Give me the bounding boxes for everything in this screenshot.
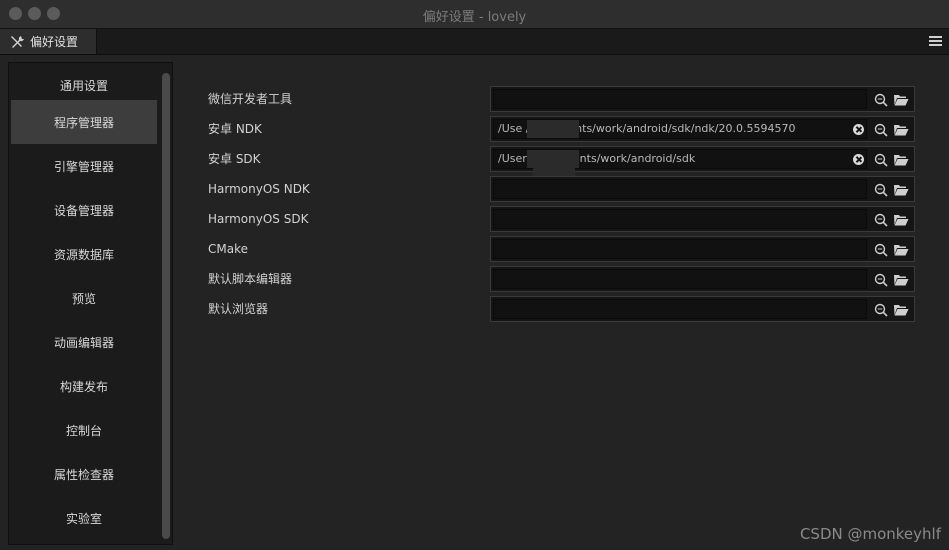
label-harmonyos-ndk: HarmonyOS NDK [208, 182, 310, 196]
hamburger-menu-icon[interactable] [929, 36, 942, 47]
label-default-script-editor: 默认脚本编辑器 [208, 272, 293, 286]
sidebar-item-label: 引擎管理器 [53, 159, 114, 174]
path-field-android-ndk: /Use /Documents/work/android/sdk/ndk/20.… [490, 116, 915, 142]
sidebar-item-lab[interactable]: 实验室 [11, 496, 157, 540]
redaction-box [527, 120, 579, 138]
sidebar-item-label: 设备管理器 [53, 203, 114, 218]
folder-open-icon[interactable] [893, 152, 909, 166]
search-icon[interactable] [874, 152, 888, 167]
sidebar-item-device-manager[interactable]: 设备管理器 [11, 188, 157, 232]
sidebar-item-engine-manager[interactable]: 引擎管理器 [11, 144, 157, 188]
scrollbar-thumb[interactable] [162, 73, 170, 539]
clear-icon[interactable] [853, 124, 864, 135]
search-icon[interactable] [874, 272, 888, 287]
sidebar-item-animation-editor[interactable]: 动画编辑器 [11, 320, 157, 364]
sidebar-scrollbar[interactable] [162, 65, 170, 539]
search-icon[interactable] [874, 302, 888, 317]
path-field-harmonyos-ndk [490, 176, 915, 202]
folder-open-icon[interactable] [893, 182, 909, 196]
preferences-window: 偏好设置 - lovely 偏好设置 通用设置 程序管理器 引擎管理器 设备管理… [0, 0, 949, 550]
sidebar-item-inspector[interactable]: 属性检查器 [11, 452, 157, 496]
path-field-cmake [490, 236, 915, 262]
label-default-browser: 默认浏览器 [208, 302, 269, 316]
sidebar: 通用设置 程序管理器 引擎管理器 设备管理器 资源数据库 预览 动画编辑器 构建… [8, 62, 173, 545]
label-cmake: CMake [208, 242, 248, 256]
sidebar-item-program-manager[interactable]: 程序管理器 [11, 100, 157, 144]
sidebar-item-label: 通用设置 [59, 78, 108, 93]
sidebar-item-asset-db[interactable]: 资源数据库 [11, 232, 157, 276]
watermark-text: CSDN @monkeyhlf [799, 525, 941, 543]
search-icon[interactable] [874, 92, 888, 107]
sidebar-item-label: 控制台 [65, 423, 102, 438]
sidebar-item-preview[interactable]: 预览 [11, 276, 157, 320]
path-field-android-sdk: /User /Documents/work/android/sdk [490, 146, 915, 178]
sidebar-item-label: 程序管理器 [53, 115, 114, 130]
label-android-sdk: 安卓 SDK [208, 152, 261, 166]
label-harmonyos-sdk: HarmonyOS SDK [208, 212, 309, 226]
search-icon[interactable] [874, 212, 888, 227]
search-icon[interactable] [874, 122, 888, 137]
folder-open-icon[interactable] [893, 242, 909, 256]
folder-open-icon[interactable] [893, 302, 909, 316]
tab-label: 偏好设置 [30, 35, 79, 49]
tab-preferences[interactable]: 偏好设置 [0, 29, 97, 54]
clear-icon[interactable] [853, 154, 864, 165]
path-field-default-browser [490, 296, 915, 322]
window-title: 偏好设置 - lovely [422, 10, 527, 25]
folder-open-icon[interactable] [893, 212, 909, 226]
path-input[interactable] [493, 239, 867, 259]
tools-icon [9, 34, 25, 50]
path-field-harmonyos-sdk [490, 206, 915, 232]
path-input[interactable] [493, 179, 867, 199]
folder-open-icon[interactable] [893, 272, 909, 286]
path-input[interactable] [493, 209, 867, 229]
sidebar-item-label: 资源数据库 [53, 247, 114, 262]
sidebar-item-build[interactable]: 构建发布 [11, 364, 157, 408]
path-input[interactable] [493, 89, 867, 109]
path-field-default-script-editor [490, 266, 915, 292]
search-icon[interactable] [874, 242, 888, 257]
folder-open-icon[interactable] [893, 122, 909, 136]
sidebar-item-console[interactable]: 控制台 [11, 408, 157, 452]
search-icon[interactable] [874, 182, 888, 197]
tab-bar: 偏好设置 [0, 29, 949, 55]
sidebar-item-label: 动画编辑器 [53, 335, 114, 350]
path-input[interactable] [493, 299, 867, 319]
path-field-wechat-devtools [490, 86, 915, 112]
sidebar-item-label: 预览 [71, 291, 96, 306]
sidebar-item-label: 构建发布 [59, 379, 108, 394]
sidebar-item-label: 属性检查器 [53, 467, 114, 482]
label-android-ndk: 安卓 NDK [208, 122, 262, 136]
folder-open-icon[interactable] [893, 92, 909, 106]
label-wechat-devtools: 微信开发者工具 [208, 92, 293, 106]
sidebar-item-label: 实验室 [65, 511, 102, 526]
title-bar[interactable]: 偏好设置 - lovely [0, 0, 949, 29]
path-input[interactable] [493, 269, 867, 289]
